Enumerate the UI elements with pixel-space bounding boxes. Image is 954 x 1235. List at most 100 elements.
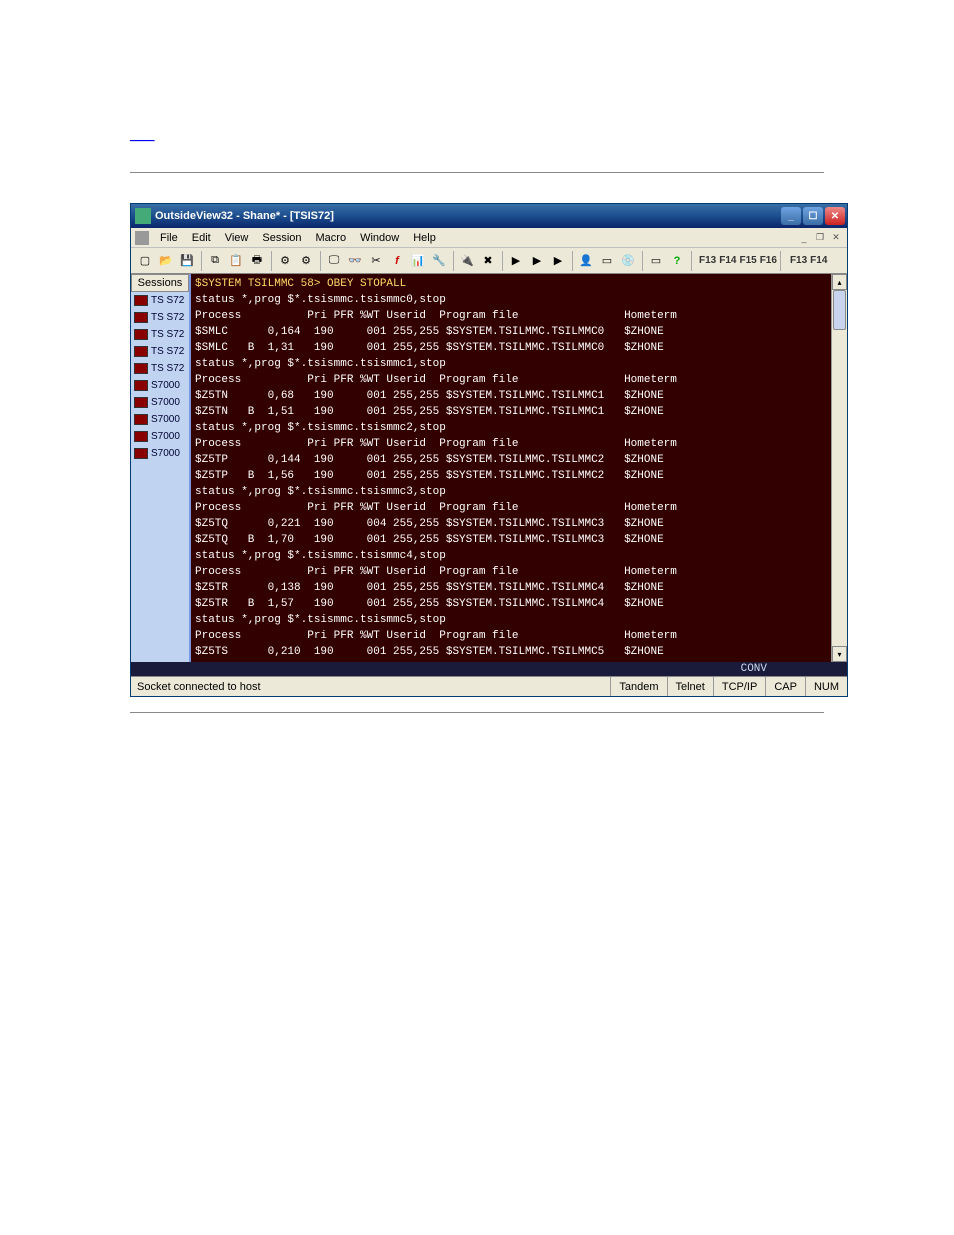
terminal-line: $Z5TS 0,210 190 001 255,255 $SYSTEM.TSIL…	[195, 644, 827, 660]
scrollbar[interactable]: ▴ ▾	[831, 274, 847, 662]
session-item[interactable]: TS S72	[131, 292, 189, 309]
status-panel-cap: CAP	[765, 677, 805, 696]
session-item[interactable]: TS S72	[131, 360, 189, 377]
terminal-icon	[134, 312, 148, 323]
monitor-icon[interactable]: 🖵	[324, 251, 344, 271]
terminal-line: Process Pri PFR %WT Userid Program file …	[195, 308, 827, 324]
scroll-down-icon[interactable]: ▾	[832, 646, 847, 662]
terminal-line: $Z5TN B 1,51 190 001 255,255 $SYSTEM.TSI…	[195, 404, 827, 420]
terminal-line: $Z5TP 0,144 190 001 255,255 $SYSTEM.TSIL…	[195, 452, 827, 468]
menu-help[interactable]: Help	[406, 230, 443, 246]
scroll-thumb[interactable]	[833, 290, 846, 330]
menu-session[interactable]: Session	[255, 230, 308, 246]
menu-edit[interactable]: Edit	[185, 230, 218, 246]
disconnect-icon[interactable]: ✖	[478, 251, 498, 271]
session-item[interactable]: TS S72	[131, 309, 189, 326]
close-button[interactable]: ✕	[825, 207, 845, 225]
page-link[interactable]: ____	[130, 130, 154, 142]
fkey2-f13[interactable]: F13	[790, 255, 807, 266]
fkey-f16[interactable]: F16	[760, 255, 777, 266]
status-message: Socket connected to host	[131, 681, 461, 693]
nav2-icon[interactable]: ▶	[527, 251, 547, 271]
session-label: S7000	[151, 448, 180, 459]
session-item[interactable]: S7000	[131, 428, 189, 445]
titlebar[interactable]: OutsideView32 - Shane* - [TSIS72] _ ☐ ✕	[131, 204, 847, 228]
sessions-sidebar: Sessions TS S72 TS S72 TS S72 TS S72 TS S72 S…	[131, 274, 191, 662]
help-icon[interactable]: ?	[667, 251, 687, 271]
terminal-line: $Z5TP B 1,56 190 001 255,255 $SYSTEM.TSI…	[195, 468, 827, 484]
session-item[interactable]: S7000	[131, 411, 189, 428]
terminal-line: status *,prog $*.tsismmc.tsismmc5,stop	[195, 612, 827, 628]
fx-icon[interactable]: f	[387, 251, 407, 271]
session-label: S7000	[151, 380, 180, 391]
divider-bottom	[130, 712, 824, 713]
session-label: TS S72	[151, 363, 184, 374]
statusbar: Socket connected to host Tandem Telnet T…	[131, 676, 847, 696]
copy-icon[interactable]: ⧉	[205, 251, 225, 271]
terminal-line: $SYSTEM TSILMMC 58> OBEY STOPALL	[195, 276, 827, 292]
chart-icon[interactable]: 📊	[408, 251, 428, 271]
new-icon[interactable]: ▢	[135, 251, 155, 271]
menu-macro[interactable]: Macro	[309, 230, 354, 246]
terminal-line: $Z5TR 0,138 190 001 255,255 $SYSTEM.TSIL…	[195, 580, 827, 596]
window-title: OutsideView32 - Shane* - [TSIS72]	[155, 210, 781, 222]
glasses-icon[interactable]: 👓	[345, 251, 365, 271]
tools-icon[interactable]: 🔧	[429, 251, 449, 271]
session-item[interactable]: TS S72	[131, 326, 189, 343]
menu-view[interactable]: View	[218, 230, 256, 246]
divider-top	[130, 172, 824, 173]
fkey-f15[interactable]: F15	[739, 255, 756, 266]
workarea: Sessions TS S72 TS S72 TS S72 TS S72 TS S72 S…	[131, 274, 847, 662]
menu-window[interactable]: Window	[353, 230, 406, 246]
status-panel-tandem: Tandem	[610, 677, 666, 696]
doc-restore-button[interactable]: ❐	[813, 231, 827, 245]
session-label: TS S72	[151, 295, 184, 306]
session-label: TS S72	[151, 312, 184, 323]
nav3-icon[interactable]: ▶	[548, 251, 568, 271]
terminal-area[interactable]: $SYSTEM TSILMMC 58> OBEY STOPALL status *…	[191, 274, 831, 662]
gear1-icon[interactable]: ⚙	[275, 251, 295, 271]
doc-close-button[interactable]: ✕	[829, 231, 843, 245]
session-item[interactable]: S7000	[131, 445, 189, 462]
doc-icon[interactable]	[135, 231, 149, 245]
fkey-f14[interactable]: F14	[719, 255, 736, 266]
terminal-line: Process Pri PFR %WT Userid Program file …	[195, 372, 827, 388]
sessions-header[interactable]: Sessions	[131, 274, 189, 292]
scroll-up-icon[interactable]: ▴	[832, 274, 847, 290]
session-item[interactable]: TS S72	[131, 343, 189, 360]
paste-icon[interactable]: 📋	[226, 251, 246, 271]
disk-icon[interactable]: 💿	[618, 251, 638, 271]
minimize-button[interactable]: _	[781, 207, 801, 225]
session-label: TS S72	[151, 346, 184, 357]
scissors-icon[interactable]: ✂	[366, 251, 386, 271]
terminal-icon	[134, 363, 148, 374]
terminal-icon	[134, 414, 148, 425]
fkey-f13[interactable]: F13	[699, 255, 716, 266]
menu-file[interactable]: File	[153, 230, 185, 246]
terminal-icon	[134, 295, 148, 306]
terminal-line: $Z5TR B 1,57 190 001 255,255 $SYSTEM.TSI…	[195, 596, 827, 612]
person-icon[interactable]: 👤	[576, 251, 596, 271]
print-icon[interactable]: 🖶	[247, 251, 267, 271]
gear2-icon[interactable]: ⚙	[296, 251, 316, 271]
session-item[interactable]: S7000	[131, 377, 189, 394]
open-icon[interactable]: 📂	[156, 251, 176, 271]
terminal-line: status *,prog $*.tsismmc.tsismmc2,stop	[195, 420, 827, 436]
status-panel-num: NUM	[805, 677, 847, 696]
box-icon[interactable]: ▭	[646, 251, 666, 271]
doc-minimize-button[interactable]: _	[797, 231, 811, 245]
nav1-icon[interactable]: ▶	[506, 251, 526, 271]
terminal-line: status *,prog $*.tsismmc.tsismmc1,stop	[195, 356, 827, 372]
app-window: OutsideView32 - Shane* - [TSIS72] _ ☐ ✕ …	[130, 203, 848, 697]
maximize-button[interactable]: ☐	[803, 207, 823, 225]
save-icon[interactable]: 💾	[177, 251, 197, 271]
terminal-line: $SMLC B 1,31 190 001 255,255 $SYSTEM.TSI…	[195, 340, 827, 356]
terminal-line: $Z5TN 0,68 190 001 255,255 $SYSTEM.TSILM…	[195, 388, 827, 404]
fkey2-f14[interactable]: F14	[810, 255, 827, 266]
session-item[interactable]: S7000	[131, 394, 189, 411]
terminal-line: status *,prog $*.tsismmc.tsismmc4,stop	[195, 548, 827, 564]
connect-icon[interactable]: 🔌	[457, 251, 477, 271]
window-icon[interactable]: ▭	[597, 251, 617, 271]
menubar: File Edit View Session Macro Window Help…	[131, 228, 847, 248]
terminal-icon	[134, 397, 148, 408]
